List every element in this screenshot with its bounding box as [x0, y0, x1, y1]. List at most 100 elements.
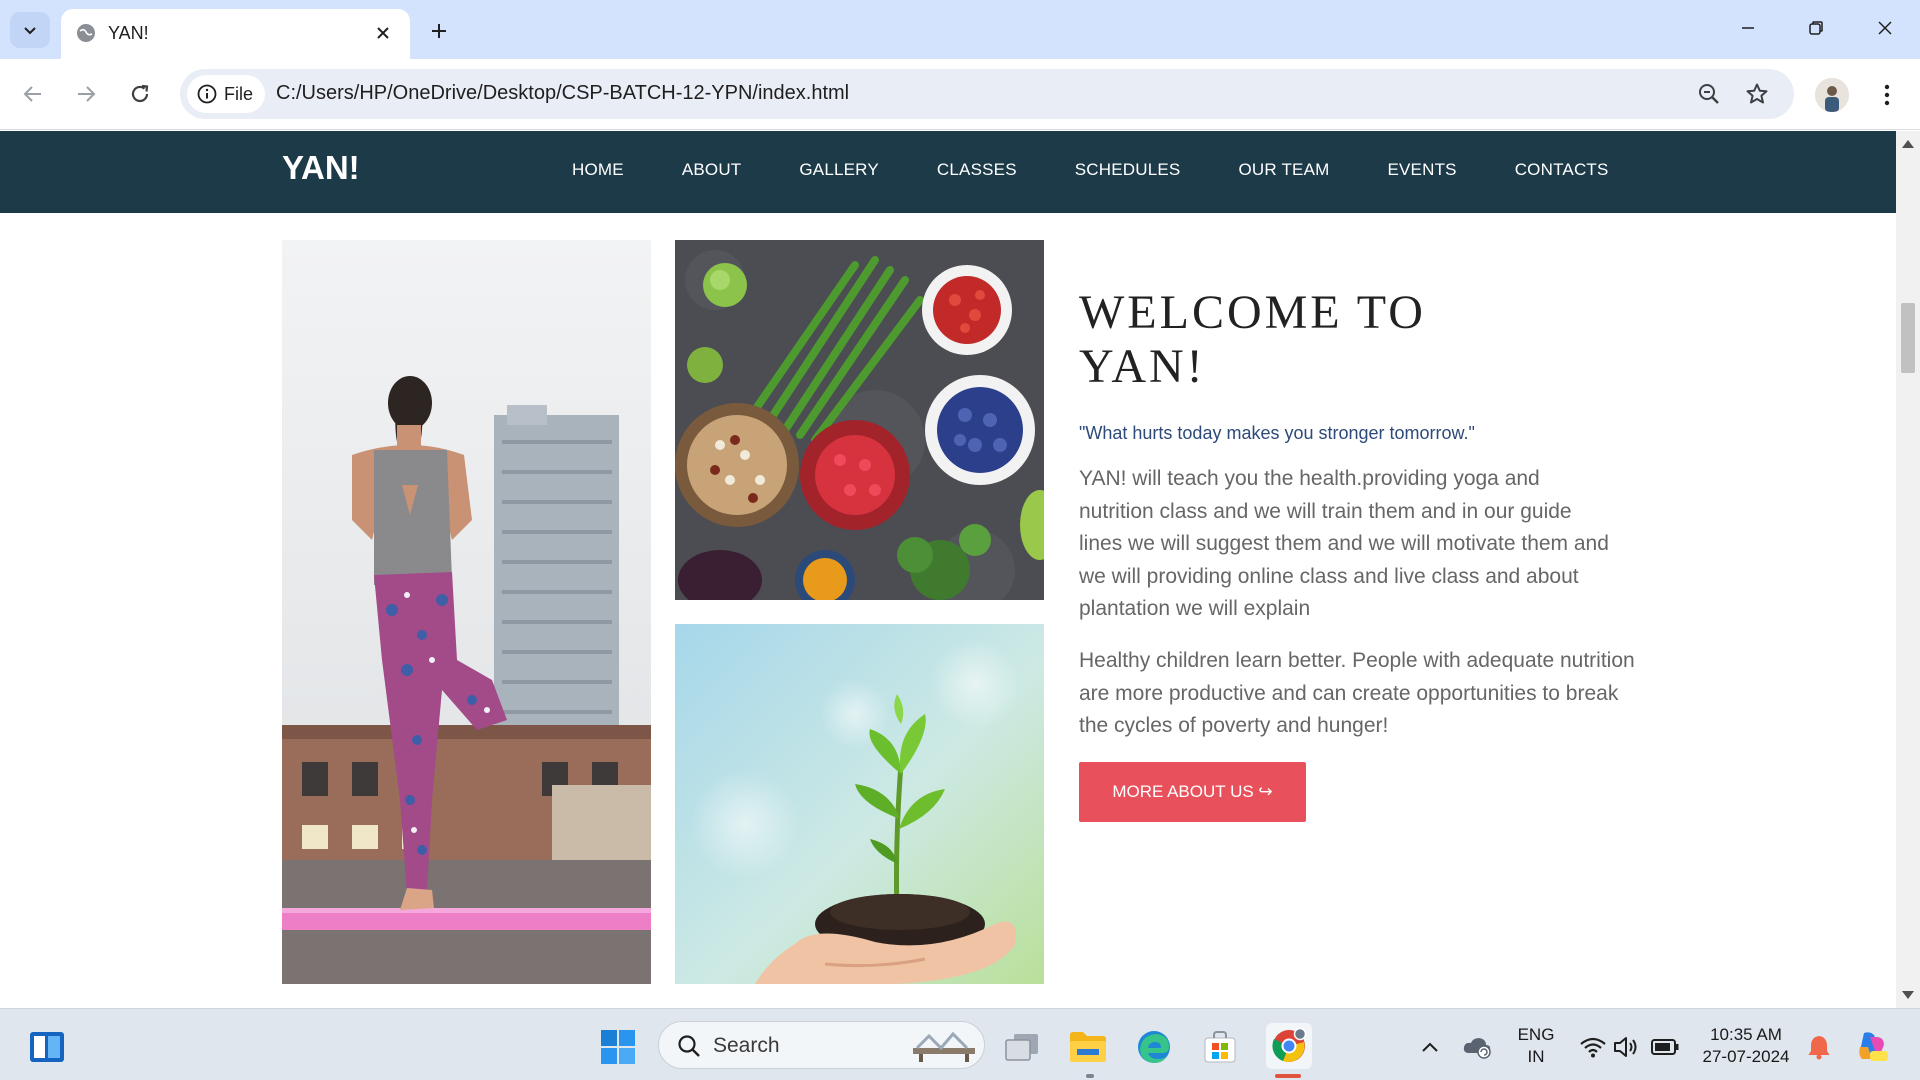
- copilot-icon: [1859, 1032, 1888, 1061]
- nav-schedules[interactable]: SCHEDULES: [1075, 160, 1181, 180]
- clock[interactable]: 10:35 AM 27-07-2024: [1694, 1024, 1798, 1068]
- info-icon: [197, 84, 217, 104]
- chip-label: File: [224, 83, 254, 104]
- start-button[interactable]: [598, 1027, 638, 1067]
- avatar-icon: [1815, 78, 1849, 112]
- site-info-chip[interactable]: File: [187, 75, 266, 113]
- speaker-icon: [1614, 1037, 1637, 1057]
- chrome-icon: [1272, 1028, 1307, 1062]
- chevron-down-icon: [24, 27, 36, 35]
- profile-avatar[interactable]: [1815, 78, 1849, 112]
- more-vert-icon: [1884, 84, 1890, 106]
- search-label: Search: [713, 1034, 780, 1057]
- plant-in-hand-photo: [675, 624, 1044, 984]
- onedrive-button[interactable]: [1457, 1027, 1497, 1067]
- tab-title: YAN!: [108, 23, 149, 43]
- nav-classes[interactable]: CLASSES: [937, 160, 1017, 180]
- volume-status[interactable]: [1607, 1027, 1647, 1067]
- star-icon: [1746, 83, 1768, 104]
- bookmark-button[interactable]: [1741, 78, 1773, 110]
- close-icon: [377, 27, 389, 39]
- battery-icon: [1651, 1039, 1679, 1055]
- zoom-button[interactable]: [1693, 78, 1725, 110]
- close-icon: [1878, 21, 1892, 35]
- nav-our-team[interactable]: OUR TEAM: [1238, 160, 1329, 180]
- tab-close-button[interactable]: [368, 18, 398, 48]
- show-hidden-icons-button[interactable]: [1410, 1027, 1450, 1067]
- welcome-line-2: YAN!: [1079, 340, 1206, 393]
- vegetables-photo: [675, 240, 1044, 600]
- more-about-us-button[interactable]: MORE ABOUT US ↪: [1079, 762, 1306, 822]
- welcome-heading: WELCOME TO YAN!: [1079, 286, 1499, 394]
- task-view-button[interactable]: [1002, 1027, 1042, 1067]
- taskbar-search[interactable]: Search: [658, 1021, 985, 1069]
- welcome-line-1: WELCOME TO: [1079, 286, 1426, 339]
- widgets-button[interactable]: [27, 1027, 67, 1067]
- arrow-right-icon: [78, 86, 96, 102]
- restore-icon: [1809, 21, 1823, 35]
- restore-button[interactable]: [1788, 8, 1844, 48]
- tab-strip: YAN!: [0, 0, 1920, 59]
- minimize-button[interactable]: [1720, 8, 1776, 48]
- region-code: IN: [1527, 1047, 1545, 1066]
- language-indicator[interactable]: ENG IN: [1512, 1024, 1560, 1068]
- zoom-icon: [1699, 84, 1719, 104]
- taskbar: Search ENG IN 10:35 AM 27-07-2024: [0, 1008, 1920, 1080]
- scroll-up-arrow-icon[interactable]: [1902, 140, 1914, 148]
- clock-time: 10:35 AM: [1710, 1025, 1782, 1044]
- search-icon: [678, 1035, 700, 1057]
- battery-status[interactable]: [1645, 1027, 1685, 1067]
- reload-button[interactable]: [120, 74, 160, 114]
- language-code: ENG: [1517, 1025, 1555, 1044]
- plus-icon: [432, 24, 446, 38]
- address-bar[interactable]: File C:/Users/HP/OneDrive/Desktop/CSP-BA…: [180, 69, 1794, 119]
- widgets-icon: [30, 1032, 64, 1062]
- page-scrollbar[interactable]: [1896, 131, 1920, 1008]
- onedrive-sync-icon: [1463, 1038, 1491, 1059]
- scrollbar-thumb[interactable]: [1901, 303, 1915, 373]
- edge-icon: [1138, 1031, 1170, 1063]
- notifications-button[interactable]: [1799, 1027, 1839, 1067]
- globe-icon: [77, 24, 95, 42]
- edge-button[interactable]: [1134, 1027, 1174, 1067]
- task-view-icon: [1005, 1034, 1038, 1061]
- chrome-button[interactable]: [1266, 1023, 1312, 1069]
- yoga-photo: [282, 240, 651, 984]
- nav-home[interactable]: HOME: [572, 160, 624, 180]
- chrome-active-indicator: [1275, 1074, 1301, 1078]
- store-icon: [1204, 1031, 1236, 1063]
- tab-search-button[interactable]: [10, 12, 50, 48]
- nav-about[interactable]: ABOUT: [682, 160, 742, 180]
- new-tab-button[interactable]: [422, 14, 456, 48]
- microsoft-store-button[interactable]: [1200, 1027, 1240, 1067]
- about-paragraph: YAN! will teach you the health.providing…: [1079, 467, 1609, 620]
- url-text[interactable]: C:/Users/HP/OneDrive/Desktop/CSP-BATCH-1…: [276, 82, 849, 105]
- minimize-icon: [1742, 27, 1754, 29]
- search-highlight-icon: [913, 1031, 975, 1062]
- site-menu: HOME ABOUT GALLERY CLASSES SCHEDULES OUR…: [543, 160, 1638, 180]
- clock-date: 27-07-2024: [1702, 1047, 1790, 1066]
- file-explorer-button[interactable]: [1068, 1027, 1108, 1067]
- nav-events[interactable]: EVENTS: [1387, 160, 1456, 180]
- chevron-up-icon: [1422, 1042, 1438, 1052]
- scroll-down-arrow-icon[interactable]: [1902, 991, 1914, 999]
- windows-icon: [601, 1030, 635, 1064]
- close-window-button[interactable]: [1857, 8, 1913, 48]
- browser-toolbar: File C:/Users/HP/OneDrive/Desktop/CSP-BA…: [0, 59, 1920, 130]
- copilot-button[interactable]: [1852, 1027, 1892, 1067]
- browser-menu-button[interactable]: [1870, 78, 1904, 112]
- browser-tab[interactable]: YAN!: [61, 9, 410, 59]
- motivational-quote: "What hurts today makes you stronger tom…: [1079, 423, 1475, 443]
- arrow-left-icon: [23, 86, 41, 102]
- forward-button[interactable]: [66, 74, 106, 114]
- nav-contacts[interactable]: CONTACTS: [1515, 160, 1609, 180]
- nav-gallery[interactable]: GALLERY: [799, 160, 879, 180]
- wifi-icon: [1580, 1037, 1606, 1058]
- reload-icon: [131, 84, 149, 103]
- nutrition-paragraph: Healthy children learn better. People wi…: [1079, 649, 1635, 737]
- folder-icon: [1070, 1032, 1106, 1062]
- explorer-indicator: [1086, 1074, 1094, 1078]
- site-navbar: YAN! HOME ABOUT GALLERY CLASSES SCHEDULE…: [0, 131, 1896, 213]
- back-button[interactable]: [13, 74, 53, 114]
- site-logo[interactable]: YAN!: [282, 149, 360, 187]
